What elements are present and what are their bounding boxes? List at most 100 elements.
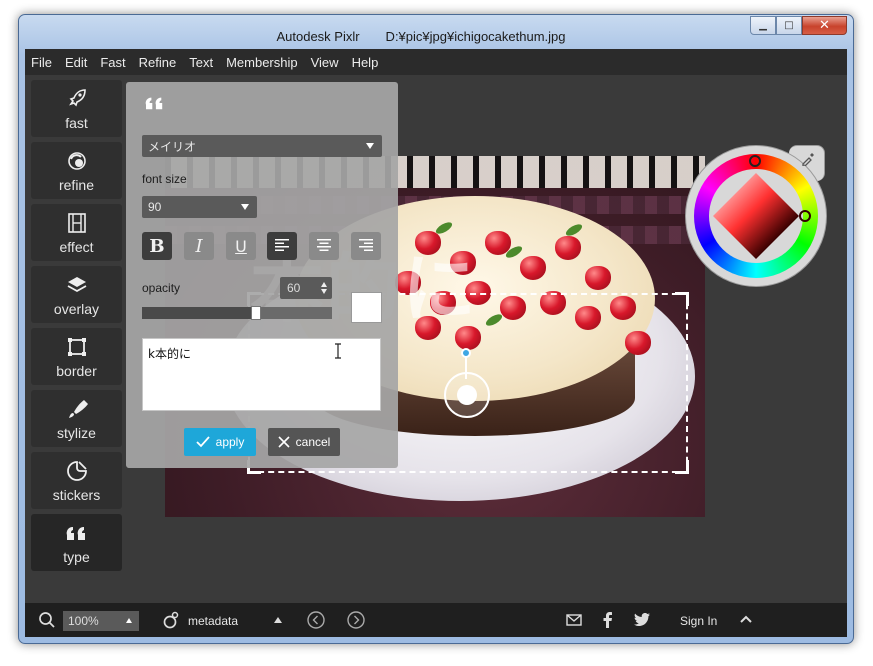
facebook-icon[interactable]: [603, 612, 613, 628]
stepper-down-icon[interactable]: [321, 289, 327, 294]
chevron-up-icon[interactable]: [740, 615, 752, 623]
menu-help[interactable]: Help: [352, 55, 379, 70]
underline-button[interactable]: U: [226, 232, 256, 260]
align-center-icon: [316, 237, 332, 256]
opacity-slider-fill: [142, 307, 256, 319]
mail-icon[interactable]: [566, 614, 582, 626]
color-knob[interactable]: [799, 210, 811, 222]
text-content-input[interactable]: k本的に: [142, 338, 381, 411]
tool-label: type: [63, 548, 90, 565]
italic-icon: I: [195, 235, 203, 257]
selection-corner[interactable]: [675, 460, 689, 474]
opacity-slider[interactable]: [142, 306, 332, 320]
strawberry: [555, 236, 581, 260]
bold-icon: B: [149, 235, 165, 257]
font-size-value: 90: [148, 200, 162, 214]
next-icon[interactable]: [347, 611, 365, 629]
layers-icon: [65, 273, 89, 297]
apply-label: apply: [215, 435, 245, 449]
search-zoom-icon[interactable]: [38, 611, 56, 629]
cancel-label: cancel: [295, 435, 331, 449]
tool-label: overlay: [53, 300, 100, 317]
color-picker[interactable]: [685, 145, 827, 287]
check-icon: [196, 436, 210, 448]
status-bar: 100% metadata Sign In: [25, 603, 847, 637]
app-client-area: File Edit Fast Refine Text Membership Vi…: [25, 49, 847, 637]
zoom-value: 100%: [68, 614, 99, 628]
close-icon: [278, 436, 290, 448]
tool-label: effect: [59, 238, 94, 255]
align-right-button[interactable]: [351, 232, 381, 260]
font-family-select[interactable]: メイリオ: [142, 135, 382, 157]
tool-fast[interactable]: fast: [31, 80, 122, 137]
cancel-button[interactable]: cancel: [268, 428, 340, 456]
chevron-up-icon: [126, 618, 132, 623]
sticker-icon: [65, 459, 89, 483]
tool-label: stickers: [52, 486, 101, 503]
tool-border[interactable]: border: [31, 328, 122, 385]
rotate-handle[interactable]: [461, 348, 471, 358]
tool-type[interactable]: type: [31, 514, 122, 571]
align-center-button[interactable]: [309, 232, 339, 260]
underline-icon: U: [235, 236, 247, 256]
tool-label: stylize: [57, 424, 96, 441]
zoom-select[interactable]: 100%: [63, 611, 139, 631]
selection-corner[interactable]: [675, 292, 689, 306]
eyedropper-icon[interactable]: [801, 151, 815, 170]
menu-fast[interactable]: Fast: [100, 55, 125, 70]
menu-view[interactable]: View: [311, 55, 339, 70]
hue-knob[interactable]: [749, 155, 761, 167]
film-icon: [65, 211, 89, 235]
chevron-down-icon: [241, 204, 249, 210]
close-button[interactable]: ✕: [802, 16, 847, 35]
chevron-down-icon: [366, 143, 374, 149]
tool-refine[interactable]: refine: [31, 142, 122, 199]
bold-button[interactable]: B: [142, 232, 172, 260]
tool-label: fast: [65, 114, 88, 131]
title-bar[interactable]: Autodesk Pixlr D:¥pic¥jpg¥ichigocakethum…: [19, 15, 853, 49]
window-title: Autodesk Pixlr D:¥pic¥jpg¥ichigocakethum…: [276, 29, 566, 44]
quote-icon: [65, 521, 89, 545]
maximize-button[interactable]: □: [776, 16, 802, 35]
twitter-icon[interactable]: [634, 613, 650, 626]
rocket-icon: [65, 87, 89, 111]
app-window: Autodesk Pixlr D:¥pic¥jpg¥ichigocakethum…: [18, 14, 854, 644]
window-controls: ▁ □ ✕: [750, 16, 847, 35]
font-size-select[interactable]: 90: [142, 196, 257, 218]
align-right-icon: [358, 237, 374, 256]
menu-edit[interactable]: Edit: [65, 55, 87, 70]
tool-sidebar: fast refine effect overlay border styliz…: [31, 80, 122, 576]
menu-text[interactable]: Text: [189, 55, 213, 70]
italic-button[interactable]: I: [184, 232, 214, 260]
menu-membership[interactable]: Membership: [226, 55, 298, 70]
opacity-stepper[interactable]: 60: [280, 277, 332, 299]
font-size-label: font size: [142, 172, 187, 186]
menu-refine[interactable]: Refine: [139, 55, 177, 70]
sign-in-link[interactable]: Sign In: [680, 614, 717, 628]
tool-effect[interactable]: effect: [31, 204, 122, 261]
strawberry: [585, 266, 611, 290]
brush-icon: [65, 397, 89, 421]
triangle-up-icon[interactable]: [274, 617, 282, 623]
type-panel: メイリオ font size 90 B I U opacity 60 k本的に …: [126, 82, 398, 468]
apply-button[interactable]: apply: [184, 428, 256, 456]
stepper-up-icon[interactable]: [321, 282, 327, 287]
refine-icon: [65, 149, 89, 173]
align-left-icon: [274, 237, 290, 256]
font-family-value: メイリオ: [148, 139, 197, 154]
opacity-value: 60: [287, 281, 301, 295]
metadata-icon[interactable]: [161, 611, 179, 629]
previous-icon[interactable]: [307, 611, 325, 629]
move-handle[interactable]: [457, 385, 477, 405]
menu-file[interactable]: File: [31, 55, 52, 70]
align-left-button[interactable]: [267, 232, 297, 260]
tool-overlay[interactable]: overlay: [31, 266, 122, 323]
tool-stickers[interactable]: stickers: [31, 452, 122, 509]
opacity-label: opacity: [142, 281, 181, 295]
opacity-slider-thumb[interactable]: [251, 306, 261, 320]
text-color-swatch[interactable]: [351, 292, 382, 323]
metadata-label[interactable]: metadata: [188, 614, 238, 628]
tool-label: refine: [58, 176, 95, 193]
minimize-button[interactable]: ▁: [750, 16, 776, 35]
tool-stylize[interactable]: stylize: [31, 390, 122, 447]
